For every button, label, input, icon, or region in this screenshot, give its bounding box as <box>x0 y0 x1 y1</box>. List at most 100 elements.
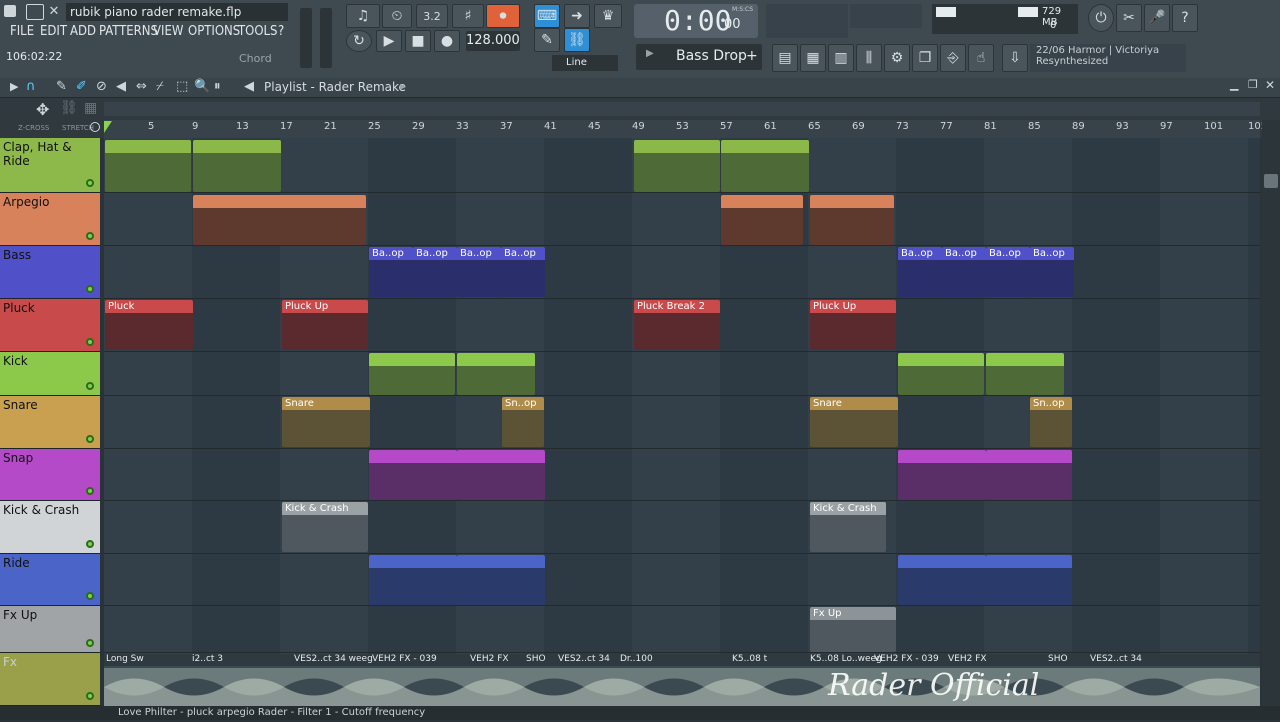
clip-ride[interactable] <box>986 555 1072 605</box>
pen-icon[interactable]: ✎ <box>534 28 560 52</box>
stop-button[interactable]: ■ <box>405 30 431 52</box>
move-handle-icon[interactable]: ✥ <box>36 100 49 119</box>
track-mute-led-icon[interactable] <box>86 338 94 346</box>
master-volume-slider[interactable] <box>300 8 312 68</box>
add-pattern-icon[interactable]: + <box>746 48 758 64</box>
clip-ride[interactable] <box>898 555 986 605</box>
track-mute-led-icon[interactable] <box>86 179 94 187</box>
draw-tool-icon[interactable]: ✎ <box>56 79 67 94</box>
channel-settings-icon[interactable]: ⚙ <box>884 44 910 72</box>
select-tool-icon[interactable]: ⬚ <box>176 79 188 94</box>
close-icon[interactable]: ✕ <box>46 4 62 20</box>
horizontal-scrollbar[interactable] <box>104 102 1260 116</box>
fx-audio-lane[interactable]: Long Sw i2..ct 3 VES2..ct 34 weeg VEH2 FX -… <box>104 654 1260 706</box>
menu-view[interactable]: VIEW <box>153 24 183 44</box>
clip-kick[interactable] <box>986 353 1064 395</box>
power-icon[interactable]: ⏻ <box>1088 4 1114 32</box>
clip-kick-crash-2[interactable]: Kick & Crash <box>810 502 886 552</box>
track-header[interactable]: Pluck <box>0 299 100 352</box>
minimize-icon[interactable]: ▁ <box>1230 78 1238 91</box>
clip-bass[interactable]: Ba..op <box>1030 247 1074 297</box>
track-lane[interactable] <box>104 606 1260 653</box>
menu-file[interactable]: FILE <box>10 24 34 44</box>
track-header[interactable]: Kick & Crash <box>0 501 100 554</box>
playlist-window-icon[interactable]: ▤ <box>772 44 798 72</box>
play-button[interactable]: ▶ <box>376 30 402 52</box>
track-header[interactable]: Fx <box>0 653 100 706</box>
clip-kick[interactable] <box>898 353 984 395</box>
clip-arpegio[interactable] <box>810 195 894 245</box>
mute-tool-icon[interactable]: ◀ <box>116 79 126 94</box>
track-header[interactable]: Snap <box>0 449 100 501</box>
clip-snare-op[interactable]: Sn..op <box>502 397 544 447</box>
countdown-button[interactable]: 3.2 <box>416 4 448 28</box>
maximize-icon[interactable]: ❐ <box>1248 78 1258 91</box>
menu-help[interactable]: ? <box>278 24 284 44</box>
track-mute-led-icon[interactable] <box>86 592 94 600</box>
clip-snap[interactable] <box>898 450 986 500</box>
menu-add[interactable]: ADD <box>70 24 96 44</box>
clip-bass[interactable]: Ba..op <box>413 247 457 297</box>
scissors-icon[interactable]: ✂ <box>1116 4 1142 32</box>
track-lane[interactable] <box>104 449 1260 501</box>
zoom-knob-icon[interactable] <box>90 122 100 132</box>
clip-arpegio[interactable] <box>721 195 803 245</box>
track-mute-led-icon[interactable] <box>86 232 94 240</box>
clip-fx-up[interactable]: Fx Up <box>810 607 896 652</box>
track-header[interactable]: Ride <box>0 554 100 606</box>
magnet-icon[interactable]: ∩ <box>26 79 36 94</box>
arrow-icon[interactable]: ➜ <box>564 4 590 28</box>
clip-arpegio[interactable] <box>193 195 366 245</box>
metronome-button[interactable]: ♫ <box>346 4 380 28</box>
track-mute-led-icon[interactable] <box>86 487 94 495</box>
clip-pluck-up[interactable]: Pluck Up <box>282 300 368 350</box>
slice-tool-icon[interactable]: ⌿ <box>156 79 164 94</box>
clip-snap[interactable] <box>457 450 545 500</box>
wait-button[interactable]: ⏲ <box>382 4 412 28</box>
clip-clap-hat-ride[interactable] <box>634 140 720 192</box>
mixer-icon[interactable]: ⫼ <box>856 44 882 72</box>
track-mute-led-icon[interactable] <box>86 639 94 647</box>
microphone-icon[interactable]: 🎤 <box>1144 4 1170 32</box>
grid-icon[interactable]: ▦ <box>84 100 97 116</box>
track-lane[interactable] <box>104 246 1260 299</box>
clip-pluck-up-2[interactable]: Pluck Up <box>810 300 896 350</box>
plugin-picker-icon[interactable]: ⎆ <box>940 44 966 72</box>
record-mode-button[interactable]: ⏺ <box>486 4 520 28</box>
track-mute-led-icon[interactable] <box>86 692 94 700</box>
menu-options[interactable]: OPTIONS <box>188 24 240 44</box>
playlist-title-arrow-icon[interactable]: ▸ <box>400 79 406 93</box>
clip-clap-hat-ride[interactable] <box>721 140 809 192</box>
track-header[interactable]: Clap, Hat & Ride <box>0 138 100 193</box>
track-mute-led-icon[interactable] <box>86 540 94 548</box>
track-lane[interactable] <box>104 554 1260 606</box>
link-chain-icon[interactable]: ⛓ <box>60 100 78 116</box>
clip-kick[interactable] <box>369 353 455 395</box>
clip-clap-hat-ride[interactable] <box>193 140 281 192</box>
track-lane[interactable] <box>104 501 1260 554</box>
snap-selector[interactable]: Line <box>552 55 618 71</box>
menu-patterns[interactable]: PATTERNS <box>99 24 158 44</box>
tempo-display[interactable]: 128.000 <box>466 31 520 51</box>
delete-tool-icon[interactable]: ⊘ <box>96 79 107 94</box>
browser-icon[interactable]: ❐ <box>912 44 938 72</box>
playback-tool-icon[interactable]: ⏸ <box>214 79 221 94</box>
track-header[interactable]: Fx Up <box>0 606 100 653</box>
pattern-selector[interactable]: ▶ Bass Drop + <box>636 44 762 70</box>
track-header[interactable]: Snare <box>0 396 100 449</box>
clip-kick[interactable] <box>457 353 535 395</box>
clip-snare-op-2[interactable]: Sn..op <box>1030 397 1072 447</box>
playlist-arrow-icon[interactable]: ▶ <box>10 80 18 93</box>
clip-kick-crash[interactable]: Kick & Crash <box>282 502 368 552</box>
channel-rack-icon[interactable]: ▥ <box>828 44 854 72</box>
track-header[interactable]: Arpegio <box>0 193 100 246</box>
loop-record-button[interactable]: ↻ <box>346 30 372 52</box>
clip-bass[interactable]: Ba..op <box>501 247 545 297</box>
clip-bass[interactable]: Ba..op <box>457 247 501 297</box>
piano-roll-icon[interactable]: ▦ <box>800 44 826 72</box>
track-mute-led-icon[interactable] <box>86 285 94 293</box>
track-mute-led-icon[interactable] <box>86 382 94 390</box>
track-lane[interactable] <box>104 396 1260 449</box>
restore-icon[interactable] <box>26 4 44 20</box>
menu-edit[interactable]: EDIT <box>40 24 67 44</box>
